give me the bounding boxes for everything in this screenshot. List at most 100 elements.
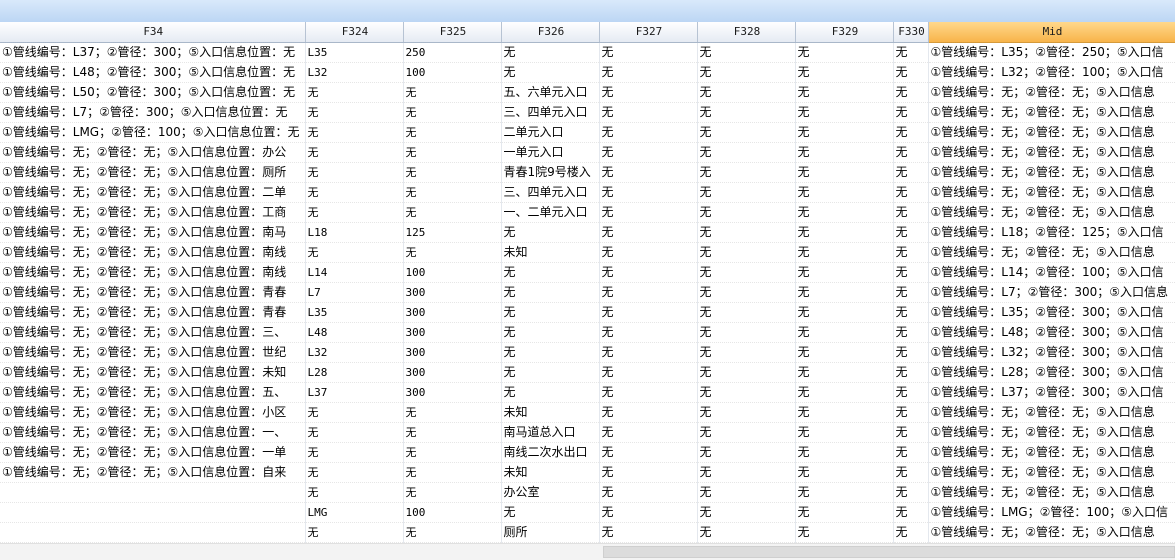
cell-f326[interactable]: 无 — [501, 262, 600, 283]
cell-f329[interactable]: 无 — [795, 442, 894, 463]
table-row[interactable]: ①管线编号：无；②管径：无；⑤入口信息位置：工商无无一、二单元入口无无无无 ①管线… — [0, 202, 1175, 223]
cell-f327[interactable]: 无 — [599, 102, 698, 123]
horizontal-scrollbar[interactable] — [0, 543, 1175, 560]
cell-f328[interactable]: 无 — [697, 362, 796, 383]
cell-f329[interactable]: 无 — [795, 402, 894, 423]
cell-f324[interactable]: 无 — [305, 462, 404, 483]
cell-f324[interactable]: L35 — [305, 302, 404, 323]
cell-f330[interactable]: 无 — [893, 362, 929, 383]
cell-f326[interactable]: 无 — [501, 362, 600, 383]
cell-f324[interactable]: L48 — [305, 322, 404, 343]
cell-mid[interactable]: ①管线编号：无；②管径：无；⑤入口信息 — [928, 162, 1175, 183]
cell-f327[interactable]: 无 — [599, 422, 698, 443]
cell-f330[interactable]: 无 — [893, 182, 929, 203]
column-header-f324[interactable]: F324 — [305, 22, 404, 43]
cell-mid[interactable]: ①管线编号：L37；②管径：300；⑤入口信 — [928, 382, 1175, 403]
table-row[interactable]: ①管线编号：L48；②管径：300；⑤入口信息位置：无 L32 100 无无无无无 ①管… — [0, 62, 1175, 83]
column-header-f326[interactable]: F326 — [501, 22, 600, 43]
cell-f328[interactable]: 无 — [697, 142, 796, 163]
cell-f325[interactable]: 无 — [403, 202, 502, 223]
cell-f328[interactable]: 无 — [697, 122, 796, 143]
cell-f325[interactable]: 无 — [403, 102, 502, 123]
cell-f325[interactable]: 无 — [403, 82, 502, 103]
table-row[interactable]: ①管线编号：无；②管径：无；⑤入口信息位置：南线无无未知无无无无 ①管线编号：无；… — [0, 242, 1175, 263]
cell-f326[interactable]: 南马道总入口 — [501, 422, 600, 443]
cell-f327[interactable]: 无 — [599, 82, 698, 103]
cell-f330[interactable]: 无 — [893, 482, 929, 503]
cell-f325[interactable]: 300 — [403, 342, 502, 363]
cell-f328[interactable]: 无 — [697, 42, 796, 63]
cell-mid[interactable]: ①管线编号：无；②管径：无；⑤入口信息 — [928, 142, 1175, 163]
cell-f328[interactable]: 无 — [697, 282, 796, 303]
cell-f325[interactable]: 无 — [403, 402, 502, 423]
cell-f324[interactable]: 无 — [305, 202, 404, 223]
cell-f34[interactable]: ①管线编号：L48；②管径：300；⑤入口信息位置：无 — [0, 62, 306, 83]
cell-f327[interactable]: 无 — [599, 182, 698, 203]
cell-f327[interactable]: 无 — [599, 462, 698, 483]
cell-f330[interactable]: 无 — [893, 462, 929, 483]
cell-f326[interactable]: 未知 — [501, 462, 600, 483]
cell-mid[interactable]: ①管线编号：L48；②管径：300；⑤入口信 — [928, 322, 1175, 343]
column-header-f327[interactable]: F327 — [599, 22, 698, 43]
cell-f34[interactable]: ①管线编号：无；②管径：无；⑤入口信息位置：办公 — [0, 142, 306, 163]
cell-mid[interactable]: ①管线编号：无；②管径：无；⑤入口信息 — [928, 102, 1175, 123]
cell-f329[interactable]: 无 — [795, 302, 894, 323]
cell-f327[interactable]: 无 — [599, 62, 698, 83]
cell-f327[interactable]: 无 — [599, 482, 698, 503]
cell-f326[interactable]: 办公室 — [501, 482, 600, 503]
cell-f330[interactable]: 无 — [893, 222, 929, 243]
cell-f329[interactable]: 无 — [795, 42, 894, 63]
cell-f324[interactable]: 无 — [305, 422, 404, 443]
cell-f325[interactable]: 100 — [403, 262, 502, 283]
cell-f327[interactable]: 无 — [599, 122, 698, 143]
cell-f327[interactable]: 无 — [599, 522, 698, 543]
cell-f34[interactable]: ①管线编号：无；②管径：无；⑤入口信息位置：五、 — [0, 382, 306, 403]
cell-f324[interactable]: 无 — [305, 122, 404, 143]
cell-f328[interactable]: 无 — [697, 342, 796, 363]
cell-f326[interactable]: 无 — [501, 42, 600, 63]
cell-f325[interactable]: 125 — [403, 222, 502, 243]
cell-f330[interactable]: 无 — [893, 102, 929, 123]
cell-f328[interactable]: 无 — [697, 202, 796, 223]
cell-f329[interactable]: 无 — [795, 262, 894, 283]
cell-mid[interactable]: ①管线编号：L28；②管径：300；⑤入口信 — [928, 362, 1175, 383]
cell-f330[interactable]: 无 — [893, 162, 929, 183]
cell-f330[interactable]: 无 — [893, 242, 929, 263]
table-row[interactable]: ①管线编号：无；②管径：无；⑤入口信息位置：三、 L48 300 无无无无无 ①管线编号… — [0, 322, 1175, 343]
cell-f325[interactable]: 无 — [403, 142, 502, 163]
cell-f324[interactable]: LMG — [305, 502, 404, 523]
cell-mid[interactable]: ①管线编号：无；②管径：无；⑤入口信息 — [928, 122, 1175, 143]
table-row[interactable]: 无无厕所无无无无 ①管线编号：无；②管径：无；⑤入口信息 — [0, 522, 1175, 543]
cell-f324[interactable]: L32 — [305, 62, 404, 83]
table-row[interactable]: ①管线编号：无；②管径：无；⑤入口信息位置：厕所无无青春1院9号楼入无无无无 ①管… — [0, 162, 1175, 183]
cell-f327[interactable]: 无 — [599, 342, 698, 363]
column-header-mid[interactable]: Mid — [928, 22, 1175, 43]
table-row[interactable]: ①管线编号：无；②管径：无；⑤入口信息位置：小区无无未知无无无无 ①管线编号：无；… — [0, 402, 1175, 423]
cell-f328[interactable]: 无 — [697, 322, 796, 343]
cell-f325[interactable]: 无 — [403, 422, 502, 443]
cell-mid[interactable]: ①管线编号：无；②管径：无；⑤入口信息 — [928, 522, 1175, 543]
cell-f324[interactable]: 无 — [305, 142, 404, 163]
cell-mid[interactable]: ①管线编号：无；②管径：无；⑤入口信息 — [928, 442, 1175, 463]
cell-mid[interactable]: ①管线编号：无；②管径：无；⑤入口信息 — [928, 402, 1175, 423]
cell-f34[interactable]: ①管线编号：无；②管径：无；⑤入口信息位置：世纪 — [0, 342, 306, 363]
column-header-f329[interactable]: F329 — [795, 22, 894, 43]
cell-mid[interactable]: ①管线编号：L35；②管径：250；⑤入口信 — [928, 42, 1175, 63]
table-row[interactable]: ①管线编号：无；②管径：无；⑤入口信息位置：一、无无南马道总入口无无无无 ①管线编… — [0, 422, 1175, 443]
cell-f34[interactable]: ①管线编号：无；②管径：无；⑤入口信息位置：青春 — [0, 302, 306, 323]
cell-f329[interactable]: 无 — [795, 182, 894, 203]
cell-f34[interactable]: ①管线编号：L50；②管径：300；⑤入口信息位置：无 — [0, 82, 306, 103]
cell-f329[interactable]: 无 — [795, 62, 894, 83]
table-row[interactable]: ①管线编号：无；②管径：无；⑤入口信息位置：二单无无三、四单元入口无无无无 ①管线… — [0, 182, 1175, 203]
cell-f326[interactable]: 一、二单元入口 — [501, 202, 600, 223]
cell-f34[interactable] — [0, 502, 306, 523]
cell-f328[interactable]: 无 — [697, 442, 796, 463]
table-row[interactable]: ①管线编号：无；②管径：无；⑤入口信息位置：未知 L28 300 无无无无无 ①管线编号… — [0, 362, 1175, 383]
table-row[interactable]: ①管线编号：L37；②管径：300；⑤入口信息位置：无 L35 250 无无无无无 ①管… — [0, 42, 1175, 63]
cell-f34[interactable]: ①管线编号：无；②管径：无；⑤入口信息位置：南马 — [0, 222, 306, 243]
cell-mid[interactable]: ①管线编号：无；②管径：无；⑤入口信息 — [928, 242, 1175, 263]
cell-f324[interactable]: 无 — [305, 242, 404, 263]
table-row[interactable]: ①管线编号：无；②管径：无；⑤入口信息位置：自来无无未知无无无无 ①管线编号：无；… — [0, 462, 1175, 483]
cell-f34[interactable]: ①管线编号：无；②管径：无；⑤入口信息位置：一单 — [0, 442, 306, 463]
cell-f328[interactable]: 无 — [697, 422, 796, 443]
